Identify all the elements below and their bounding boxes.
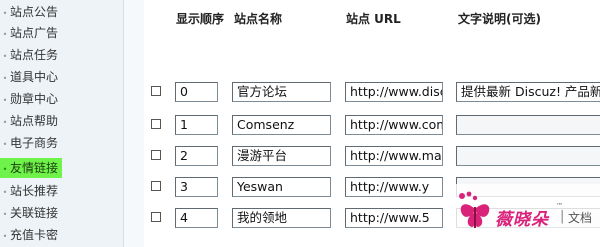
header-order: 显示顺序 [176, 12, 225, 26]
bullet-icon: • [2, 9, 8, 18]
site-name-input[interactable]: 我的领地 [232, 208, 331, 228]
sidebar-item-label: 勋章中心 [10, 92, 59, 106]
description-input[interactable] [456, 115, 600, 135]
sidebar-item-recharge-cards[interactable]: • 充值卡密 [0, 225, 58, 245]
sidebar-item-announcements[interactable]: • 站点公告 [0, 2, 58, 22]
site-name-input[interactable]: Yeswan [232, 177, 331, 197]
order-input[interactable]: 2 [175, 146, 218, 166]
bullet-icon: • [2, 232, 8, 241]
sidebar-divider [123, 0, 144, 247]
sidebar: • 站点公告 • 站点广告 • 站点任务 • 道具中心 • 勋章中心 • 站点帮助 • 电子商… [0, 0, 123, 247]
site-url-input[interactable]: http://www.man [345, 146, 443, 166]
watermark-logo: 薇晓朵 ™ | 文档 [452, 184, 600, 244]
sidebar-item-tasks[interactable]: • 站点任务 [0, 45, 58, 65]
site-url-input[interactable]: http://www.com [345, 115, 443, 135]
header-desc: 文字说明(可选) [458, 12, 541, 26]
sidebar-item-label: 道具中心 [10, 70, 59, 84]
row-checkbox[interactable] [151, 150, 161, 160]
sidebar-item-help[interactable]: • 站点帮助 [0, 111, 58, 131]
sidebar-item-label: 关联链接 [10, 206, 59, 220]
row-checkbox[interactable] [151, 181, 161, 191]
site-url-input[interactable]: http://www.y [345, 177, 443, 197]
sidebar-item-label: 友情链接 [10, 161, 59, 175]
site-url-input[interactable]: http://www.5 [345, 208, 443, 228]
bullet-icon: • [2, 140, 8, 149]
flower-butterfly-logo-icon [459, 191, 490, 228]
sidebar-item-label: 站点任务 [10, 48, 59, 62]
sidebar-item-label: 充值卡密 [10, 228, 59, 242]
bullet-icon: • [2, 52, 8, 61]
sidebar-item-props[interactable]: • 道具中心 [0, 67, 58, 87]
site-name-input[interactable]: 漫游平台 [232, 146, 331, 166]
site-name-input[interactable]: 官方论坛 [232, 82, 331, 102]
bullet-icon: • [2, 188, 8, 197]
bullet-icon: • [2, 96, 8, 105]
sidebar-item-label: 站点广告 [10, 26, 59, 40]
sidebar-item-label: 站点帮助 [10, 114, 59, 128]
sidebar-item-recommend[interactable]: • 站长推荐 [0, 181, 58, 201]
order-input[interactable]: 1 [175, 115, 218, 135]
description-input[interactable] [456, 146, 600, 166]
sidebar-item-label: 站点公告 [10, 5, 59, 19]
site-name-input[interactable]: Comsenz [232, 115, 331, 135]
row-checkbox[interactable] [151, 212, 161, 222]
site-url-input[interactable]: http://www.discuz [345, 82, 443, 102]
bullet-icon: • [2, 30, 8, 39]
watermark-brand: 薇晓朵 [495, 210, 549, 230]
row-checkbox[interactable] [151, 119, 161, 129]
description-input[interactable]: 提供最新 Discuz! 产品新闻、 [456, 82, 600, 102]
bullet-icon: • [2, 118, 8, 127]
sidebar-item-medals[interactable]: • 勋章中心 [0, 89, 58, 109]
sidebar-item-related-links[interactable]: • 关联链接 [0, 203, 58, 223]
sidebar-item-ecommerce[interactable]: • 电子商务 [0, 133, 58, 153]
header-url: 站点 URL [346, 12, 401, 26]
order-input[interactable]: 3 [175, 177, 218, 197]
order-input[interactable]: 4 [175, 208, 218, 228]
sidebar-item-label: 站长推荐 [10, 184, 59, 198]
row-checkbox[interactable] [151, 86, 161, 96]
bullet-icon: • [2, 165, 8, 174]
sidebar-item-label: 电子商务 [10, 136, 59, 150]
watermark-separator: | [560, 209, 565, 224]
watermark-suffix: 文档 [568, 211, 593, 225]
order-input[interactable]: 0 [175, 82, 218, 102]
bullet-icon: • [2, 210, 8, 219]
header-name: 站点名称 [234, 12, 283, 26]
sidebar-item-ads[interactable]: • 站点广告 [0, 23, 58, 43]
bullet-icon: • [2, 74, 8, 83]
sidebar-item-friend-links[interactable]: • 友情链接 [0, 158, 63, 178]
